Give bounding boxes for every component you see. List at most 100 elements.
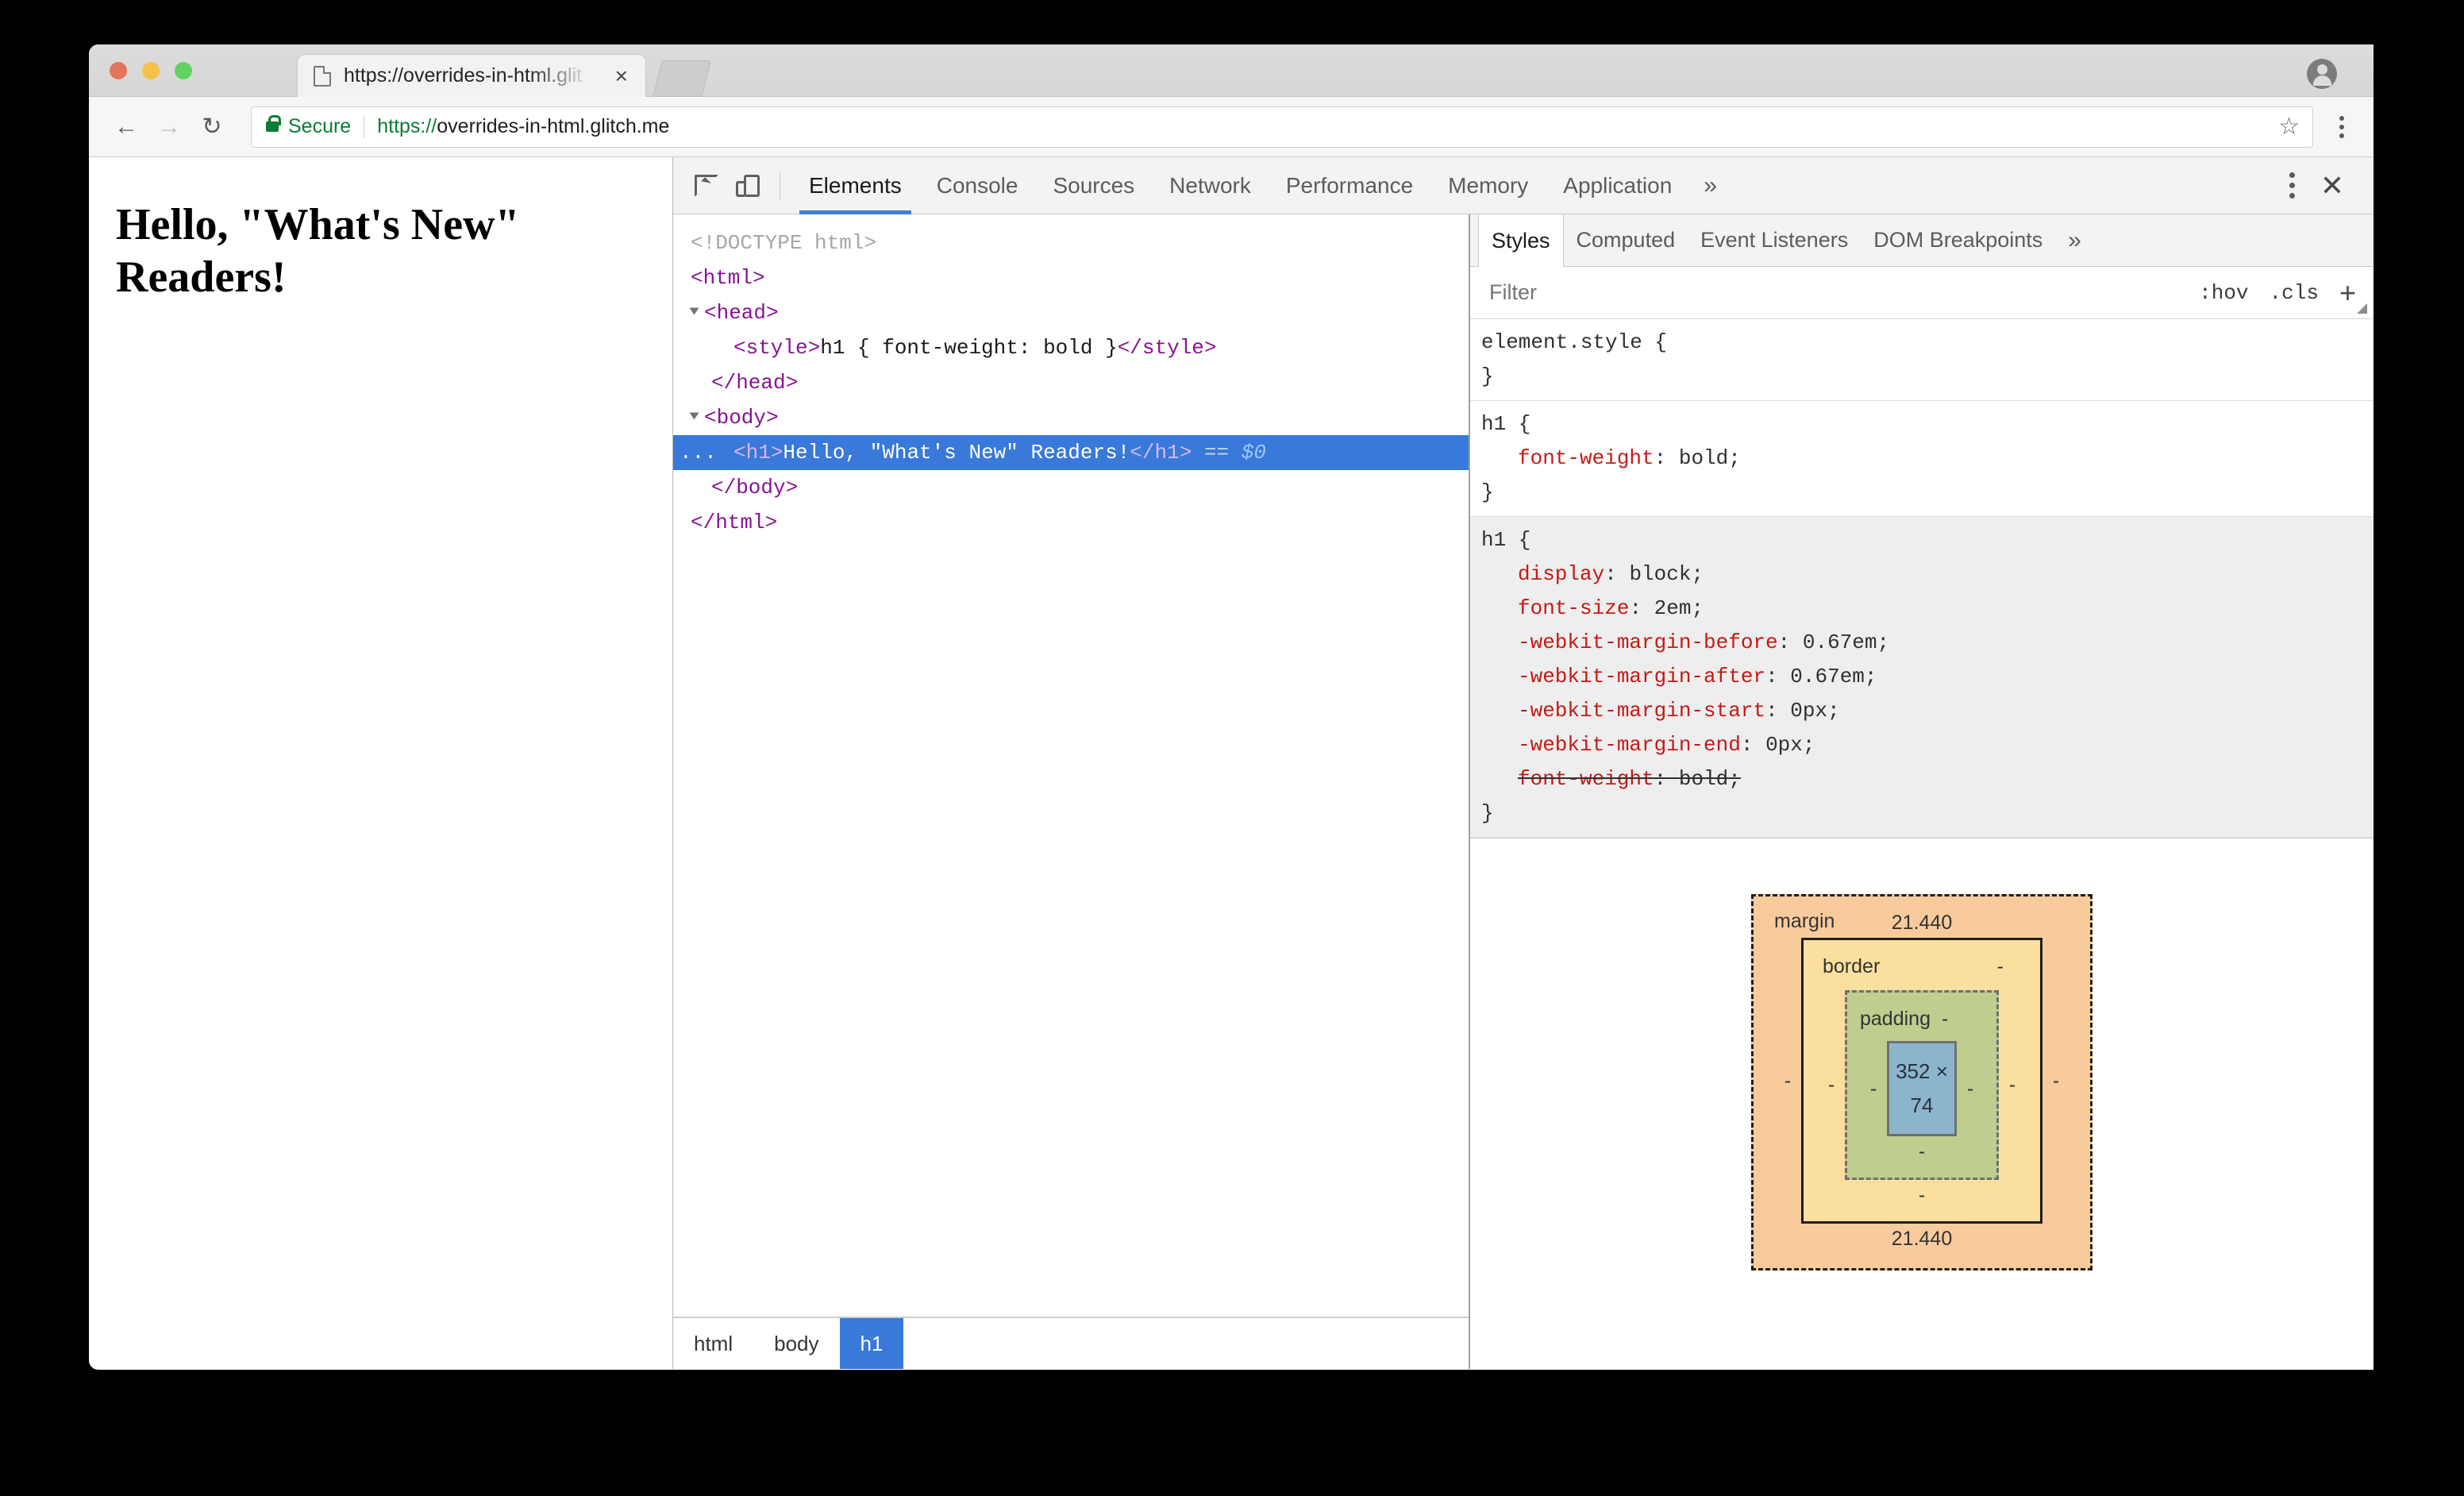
styles-filter-row: :hov .cls + [1470, 267, 2374, 319]
cls-toggle-button[interactable]: .cls [2270, 281, 2319, 305]
content-area: Hello, "What's New" Readers! Elements Co… [89, 157, 2374, 1369]
dom-node-head-open[interactable]: <head> [673, 295, 1469, 330]
border-right-value[interactable]: - [1999, 1068, 2026, 1102]
expand-ellipsis[interactable]: ... [680, 435, 717, 470]
css-selector: element.style { [1481, 330, 1668, 354]
css-value: bold; [1678, 446, 1741, 470]
css-declaration[interactable]: font-weight: bold; [1470, 441, 2374, 476]
dom-node-style[interactable]: <style>h1 { font-weight: bold }</style> [673, 330, 1469, 365]
add-rule-button[interactable]: + [2339, 278, 2356, 307]
margin-right-value[interactable]: - [2042, 1064, 2069, 1098]
inspect-element-icon[interactable] [686, 165, 727, 206]
padding-top-value[interactable]: - [1942, 1002, 1948, 1036]
css-property: font-size [1518, 596, 1630, 620]
border-left-value[interactable]: - [1818, 1068, 1845, 1102]
close-window-button[interactable] [110, 62, 127, 79]
border-bottom-value[interactable]: - [1818, 1180, 2026, 1210]
chevron-down-icon[interactable] [689, 412, 699, 420]
box-model-margin[interactable]: margin 21.440 - border - - padding - - 3… [1751, 894, 2092, 1270]
css-rule-element-style[interactable]: element.style { } [1470, 319, 2374, 401]
css-declaration[interactable]: -webkit-margin-start: 0px; [1470, 694, 2374, 728]
margin-top-value[interactable]: 21.440 [1892, 912, 1952, 934]
styles-tab-bar: Styles Computed Event Listeners DOM Brea… [1470, 214, 2374, 267]
tag-text-close: </h1> [1130, 441, 1192, 465]
padding-bottom-value[interactable]: - [1860, 1136, 1984, 1166]
browser-tab[interactable]: https://overrides-in-html.glitch × [297, 54, 646, 97]
tag-text: </head> [711, 371, 799, 395]
tab-dom-breakpoints[interactable]: DOM Breakpoints [1861, 214, 2055, 266]
filter-input[interactable] [1488, 280, 2179, 306]
css-declaration[interactable]: font-size: 2em; [1470, 592, 2374, 626]
css-property: display [1518, 562, 1605, 586]
chevron-down-icon[interactable] [689, 307, 699, 315]
box-model-content-size[interactable]: 352 × 74 [1887, 1041, 1957, 1136]
padding-label: padding [1860, 1008, 1931, 1030]
dom-tree[interactable]: <!DOCTYPE html> <html> <head> <style>h1 … [673, 214, 1469, 1317]
resize-handle[interactable] [2357, 303, 2367, 314]
breadcrumb: html body h1 [673, 1317, 1469, 1369]
tab-memory[interactable]: Memory [1430, 157, 1546, 214]
close-icon[interactable]: × [615, 64, 628, 87]
box-model-border[interactable]: border - - padding - - 352 × 74 - - - - [1801, 938, 2042, 1224]
console-ref: $0 [1241, 441, 1266, 465]
maximize-window-button[interactable] [175, 62, 192, 79]
tab-styles[interactable]: Styles [1478, 214, 1564, 267]
styles-panel: Styles Computed Event Listeners DOM Brea… [1470, 214, 2374, 1369]
tab-sources[interactable]: Sources [1035, 157, 1152, 214]
css-declaration[interactable]: display: block; [1470, 557, 2374, 592]
css-value: 0px; [1765, 733, 1815, 757]
browser-window: https://overrides-in-html.glitch × ← → ↻… [89, 44, 2374, 1370]
url-text: https://overrides-in-html.glitch.me [377, 115, 669, 138]
doctype-text: <!DOCTYPE html> [691, 231, 877, 255]
dom-node-body-close[interactable]: </body> [673, 470, 1469, 505]
dom-node-head-close[interactable]: </head> [673, 365, 1469, 400]
profile-icon[interactable] [2307, 59, 2337, 89]
dom-node-html-open[interactable]: <html> [673, 260, 1469, 295]
chrome-menu-icon[interactable] [2326, 106, 2358, 148]
tab-console[interactable]: Console [919, 157, 1036, 214]
padding-right-value[interactable]: - [1957, 1072, 1984, 1106]
tab-computed[interactable]: Computed [1564, 214, 1688, 266]
new-tab-button[interactable] [653, 60, 711, 97]
css-declaration-overridden[interactable]: font-weight: bold; [1470, 762, 2374, 796]
back-button[interactable]: ← [105, 106, 148, 148]
border-top-value[interactable]: - [1997, 950, 2004, 984]
padding-left-value[interactable]: - [1860, 1072, 1887, 1106]
minimize-window-button[interactable] [142, 62, 160, 79]
device-toolbar-icon[interactable] [727, 165, 768, 206]
tab-elements[interactable]: Elements [791, 157, 919, 214]
margin-bottom-value[interactable]: 21.440 [1774, 1224, 2069, 1254]
dom-node-doctype[interactable]: <!DOCTYPE html> [673, 226, 1469, 260]
forward-button[interactable]: → [148, 106, 191, 148]
css-declaration[interactable]: -webkit-margin-before: 0.67em; [1470, 626, 2374, 660]
tab-network[interactable]: Network [1152, 157, 1269, 214]
dom-node-h1-selected[interactable]: ... <h1>Hello, "What's New" Readers!</h1>… [673, 435, 1469, 470]
bookmark-star-icon[interactable]: ☆ [2278, 114, 2300, 139]
reload-button[interactable]: ↻ [191, 106, 233, 148]
dom-node-html-close[interactable]: </html> [673, 505, 1469, 540]
chevron-more-icon[interactable]: » [1689, 172, 1731, 199]
styles-rules-list[interactable]: element.style { } h1 { font-weight: bold… [1470, 319, 2374, 1369]
breadcrumb-h1[interactable]: h1 [839, 1318, 904, 1369]
css-declaration[interactable]: -webkit-margin-after: 0.67em; [1470, 660, 2374, 694]
breadcrumb-body[interactable]: body [753, 1318, 839, 1369]
tab-performance[interactable]: Performance [1269, 157, 1430, 214]
tag-text: <body> [704, 406, 779, 430]
css-closing-brace: } [1481, 801, 1494, 825]
chevron-more-icon[interactable]: » [2055, 214, 2094, 266]
breadcrumb-html[interactable]: html [673, 1318, 753, 1369]
margin-left-value[interactable]: - [1774, 1064, 1801, 1098]
tab-application[interactable]: Application [1546, 157, 1689, 214]
address-bar[interactable]: Secure https://overrides-in-html.glitch.… [251, 106, 2313, 148]
hov-toggle-button[interactable]: :hov [2199, 281, 2248, 305]
css-declaration[interactable]: -webkit-margin-end: 0px; [1470, 728, 2374, 762]
css-rule-h1-user-agent[interactable]: h1 { display: block; font-size: 2em; -we… [1470, 517, 2374, 838]
more-options-icon[interactable] [2273, 165, 2310, 206]
tag-text-close: </style> [1117, 336, 1217, 360]
box-model-padding[interactable]: padding - - 352 × 74 - - [1845, 990, 1999, 1180]
css-rule-h1-author[interactable]: h1 { font-weight: bold; } [1470, 401, 2374, 517]
dom-node-body-open[interactable]: <body> [673, 400, 1469, 435]
tab-event-listeners[interactable]: Event Listeners [1688, 214, 1861, 266]
close-icon[interactable]: ✕ [2310, 165, 2354, 206]
tab-strip: https://overrides-in-html.glitch × [89, 44, 2374, 97]
